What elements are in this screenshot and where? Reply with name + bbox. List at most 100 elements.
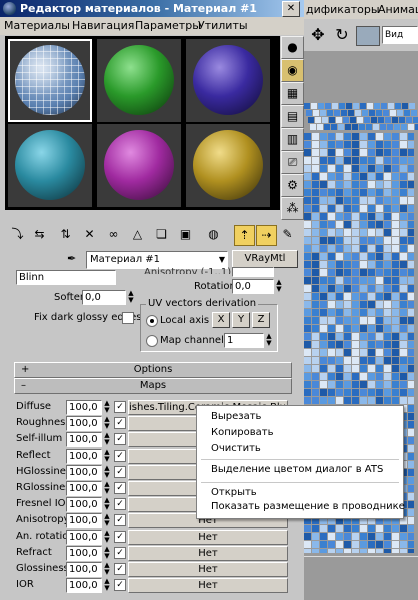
- backlight-icon[interactable]: ◉: [281, 59, 304, 82]
- video-color-check-icon[interactable]: ▥: [281, 128, 304, 151]
- map-amount-field[interactable]: 100,0: [66, 530, 102, 545]
- anisotropy-field[interactable]: [232, 267, 274, 277]
- map-channel-radio[interactable]: [146, 335, 158, 347]
- assign-material-icon[interactable]: ⇆: [30, 225, 49, 244]
- make-unique-icon[interactable]: ∞: [104, 225, 123, 244]
- material-slot-4[interactable]: [8, 124, 92, 207]
- map-amount-field[interactable]: 100,0: [66, 578, 102, 593]
- map-slot-button[interactable]: Нет: [128, 562, 288, 577]
- map-amount-spinner[interactable]: ▲ ▼: [102, 513, 112, 527]
- go-to-parent-icon[interactable]: ⇡: [234, 225, 255, 246]
- map-amount-spinner[interactable]: ▲ ▼: [102, 546, 112, 560]
- map-amount-field[interactable]: 100,0: [66, 546, 102, 561]
- ctx-clear[interactable]: Очистить: [211, 443, 261, 454]
- rotation-spinner[interactable]: ▲ ▼: [274, 279, 284, 293]
- map-amount-spinner[interactable]: ▲ ▼: [102, 400, 112, 414]
- maps-rollout[interactable]: – Maps: [14, 378, 292, 394]
- fix-dark-checkbox[interactable]: [122, 312, 134, 324]
- soften-field[interactable]: 0,0: [82, 290, 126, 305]
- view-select[interactable]: Вид: [382, 26, 418, 44]
- ctx-show-location[interactable]: Показать размещение в проводнике: [211, 501, 405, 512]
- move-icon[interactable]: ✥: [308, 25, 328, 45]
- put-to-library-icon[interactable]: ⇅: [56, 225, 75, 244]
- soften-spinner[interactable]: ▲ ▼: [126, 290, 136, 304]
- rotate-icon[interactable]: ↻: [332, 25, 352, 45]
- map-amount-spinner[interactable]: ▲ ▼: [102, 449, 112, 463]
- map-amount-field[interactable]: 100,0: [66, 449, 102, 464]
- map-enable-checkbox[interactable]: ✓: [114, 563, 126, 575]
- map-amount-field[interactable]: 100,0: [66, 513, 102, 528]
- map-enable-checkbox[interactable]: ✓: [114, 579, 126, 591]
- axis-y-button[interactable]: Y: [232, 312, 250, 328]
- map-enable-checkbox[interactable]: ✓: [114, 531, 126, 543]
- map-enable-checkbox[interactable]: ✓: [114, 401, 126, 413]
- map-amount-field[interactable]: 100,0: [66, 400, 102, 415]
- menu-navigation[interactable]: Навигация: [72, 19, 134, 32]
- get-material-icon[interactable]: ⤵: [8, 225, 27, 244]
- options-icon[interactable]: ⚙: [281, 174, 304, 197]
- map-amount-spinner[interactable]: ▲ ▼: [102, 416, 112, 430]
- go-forward-sibling-icon[interactable]: ⇢: [256, 225, 277, 246]
- map-slot-button[interactable]: Нет: [128, 546, 288, 561]
- show-end-result-icon[interactable]: ◍: [204, 225, 223, 244]
- material-slot-3[interactable]: [186, 39, 270, 122]
- material-slot-6[interactable]: [186, 124, 270, 207]
- background-icon[interactable]: ▦: [281, 82, 304, 105]
- shader-select[interactable]: Blinn: [16, 270, 116, 285]
- pick-material-icon[interactable]: ✎: [278, 225, 297, 244]
- make-preview-icon[interactable]: ⎚: [281, 151, 304, 174]
- reset-material-icon[interactable]: ✕: [80, 225, 99, 244]
- map-slot-button[interactable]: Нет: [128, 578, 288, 593]
- show-map-in-viewport-icon[interactable]: ▣: [176, 225, 195, 244]
- map-enable-checkbox[interactable]: ✓: [114, 417, 126, 429]
- pick-from-object-icon[interactable]: ✒: [67, 252, 79, 266]
- map-enable-checkbox[interactable]: ✓: [114, 514, 126, 526]
- axis-z-button[interactable]: Z: [252, 312, 270, 328]
- ctx-copy[interactable]: Копировать: [211, 427, 273, 438]
- map-amount-field[interactable]: 100,0: [66, 562, 102, 577]
- rotation-field[interactable]: 0,0: [232, 279, 274, 294]
- menu-materials[interactable]: Материалы: [4, 19, 70, 32]
- map-amount-field[interactable]: 100,0: [66, 465, 102, 480]
- map-amount-spinner[interactable]: ▲ ▼: [102, 432, 112, 446]
- close-button[interactable]: ✕: [282, 1, 300, 17]
- material-slot-2[interactable]: [97, 39, 181, 122]
- scale-icon[interactable]: [356, 26, 380, 46]
- material-type-button[interactable]: VRayMtl: [232, 250, 298, 268]
- menu-utilities[interactable]: Утилиты: [198, 19, 248, 32]
- map-amount-field[interactable]: 100,0: [66, 497, 102, 512]
- ctx-cut[interactable]: Вырезать: [211, 411, 261, 422]
- select-by-material-icon[interactable]: ⁂: [281, 197, 304, 220]
- map-enable-checkbox[interactable]: ✓: [114, 466, 126, 478]
- map-enable-checkbox[interactable]: ✓: [114, 450, 126, 462]
- put-to-scene-icon[interactable]: △: [128, 225, 147, 244]
- menu-parameters[interactable]: Параметры: [135, 19, 201, 32]
- map-enable-checkbox[interactable]: ✓: [114, 547, 126, 559]
- sample-uv-tiling-icon[interactable]: ▤: [281, 105, 304, 128]
- material-slot-1[interactable]: [8, 39, 92, 122]
- ctx-highlight-ats[interactable]: Выделение цветом диалог в ATS: [211, 464, 383, 475]
- options-rollout[interactable]: + Options: [14, 362, 292, 378]
- map-enable-checkbox[interactable]: ✓: [114, 433, 126, 445]
- map-channel-spinner[interactable]: ▲ ▼: [264, 333, 274, 347]
- menu-modifiers[interactable]: дификаторы: [306, 3, 380, 16]
- material-slot-5[interactable]: [97, 124, 181, 207]
- map-amount-field[interactable]: 100,0: [66, 416, 102, 431]
- map-channel-field[interactable]: 1: [224, 333, 264, 348]
- sample-type-icon[interactable]: ●: [281, 36, 304, 59]
- map-amount-spinner[interactable]: ▲ ▼: [102, 465, 112, 479]
- ctx-open[interactable]: Открыть: [211, 487, 257, 498]
- map-amount-field[interactable]: 100,0: [66, 481, 102, 496]
- map-slot-button[interactable]: Нет: [128, 530, 288, 545]
- menu-animation[interactable]: Анимац: [378, 3, 418, 16]
- axis-x-button[interactable]: X: [212, 312, 230, 328]
- local-axis-radio[interactable]: [146, 315, 158, 327]
- map-enable-checkbox[interactable]: ✓: [114, 498, 126, 510]
- map-amount-spinner[interactable]: ▲ ▼: [102, 562, 112, 576]
- map-amount-spinner[interactable]: ▲ ▼: [102, 497, 112, 511]
- map-amount-field[interactable]: 100,0: [66, 432, 102, 447]
- material-effects-icon[interactable]: ❏: [152, 225, 171, 244]
- map-amount-spinner[interactable]: ▲ ▼: [102, 481, 112, 495]
- map-amount-spinner[interactable]: ▲ ▼: [102, 530, 112, 544]
- map-enable-checkbox[interactable]: ✓: [114, 482, 126, 494]
